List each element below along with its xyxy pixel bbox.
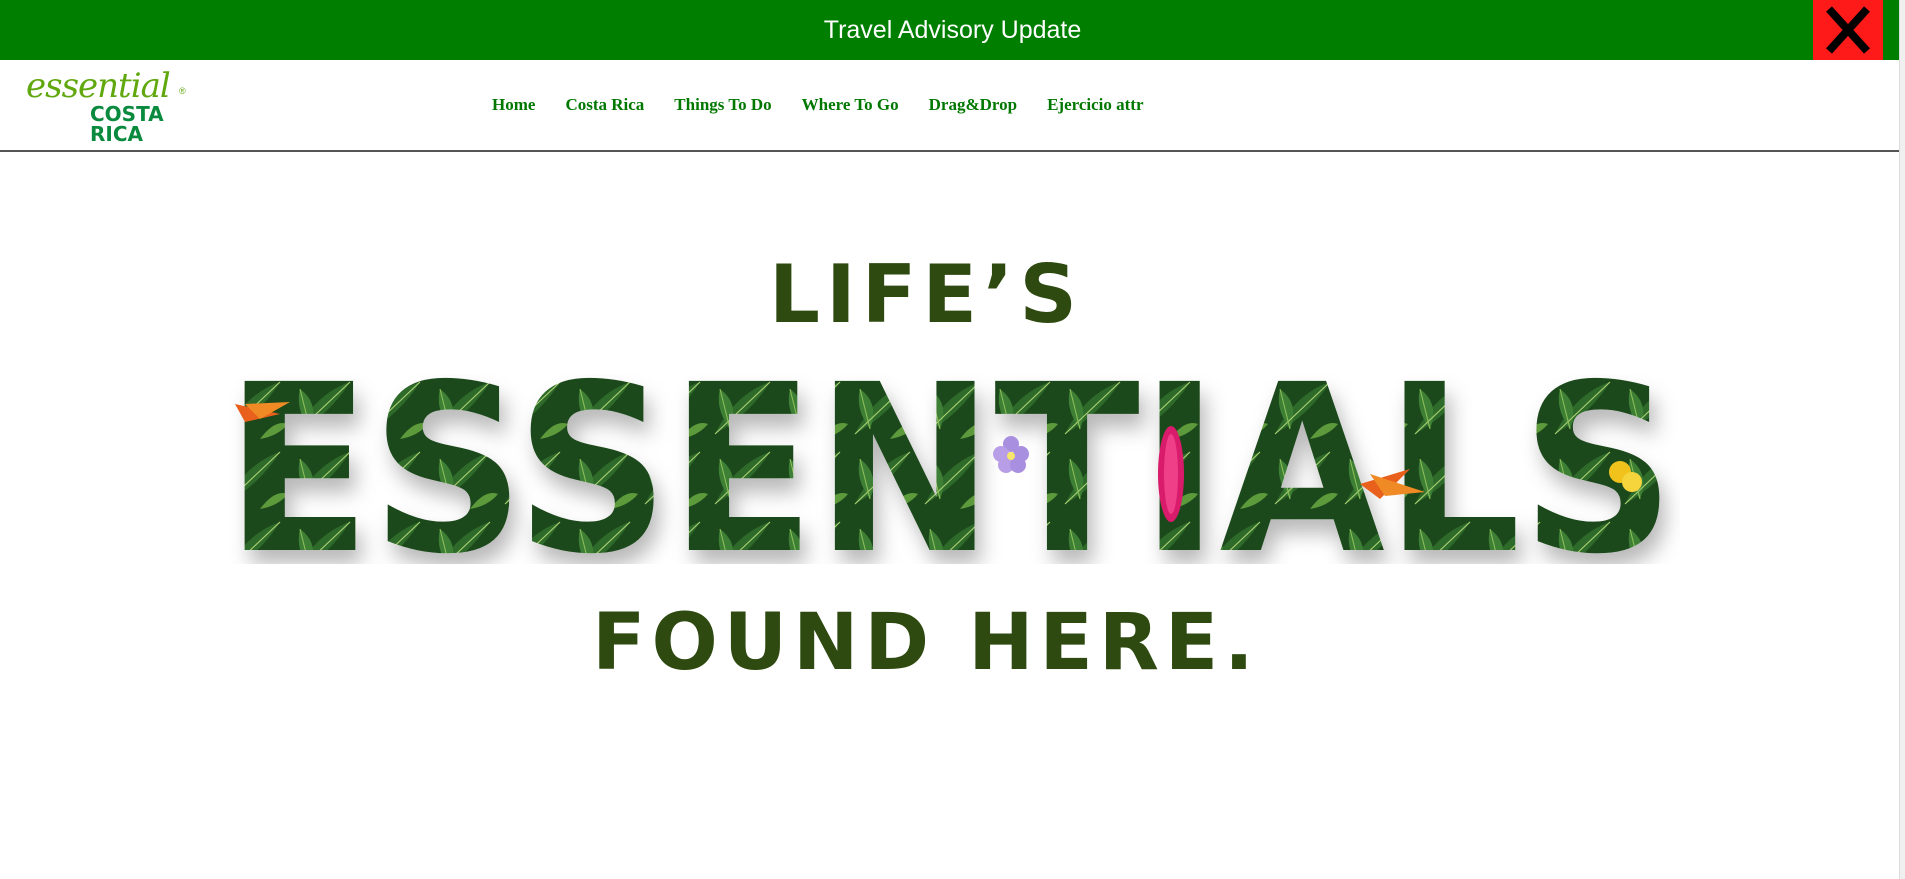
logo-rica: RICA [90,122,143,146]
logo-script: essential [26,66,171,106]
main-nav: Home Costa Rica Things To Do Where To Go… [492,60,1174,150]
scrollbar[interactable] [1899,0,1905,879]
flower-pink [1158,426,1184,522]
hero-essentials-graphic: ESSENTIALS [225,374,1675,564]
advisory-banner: Travel Advisory Update [0,0,1905,60]
logo-registered-mark: ® [179,86,186,96]
close-x-icon [1826,6,1870,54]
nav-link-where-to-go[interactable]: Where To Go [802,95,899,115]
nav-link-drag-drop[interactable]: Drag&Drop [929,95,1017,115]
nav-link-things-to-do[interactable]: Things To Do [674,95,771,115]
site-logo[interactable]: essential ® COSTA RICA [26,66,196,146]
hero-main-text: ESSENTIALS [225,374,1675,564]
hero-top-text: LIFE’S [768,248,1084,341]
logo-costa: COSTA [90,102,164,126]
nav-link-home[interactable]: Home [492,95,535,115]
navbar: essential ® COSTA RICA Home Costa Rica T… [0,60,1902,152]
nav-link-costa-rica[interactable]: Costa Rica [565,95,644,115]
hero-bottom-text: FOUND HERE. [592,598,1260,688]
hero-banner: LIFE’S ESSENTIALS FOUND HERE. [0,152,1902,879]
close-button[interactable] [1813,0,1883,60]
nav-link-ejercicio-attr[interactable]: Ejercicio attr [1047,95,1143,115]
advisory-text[interactable]: Travel Advisory Update [0,0,1905,60]
